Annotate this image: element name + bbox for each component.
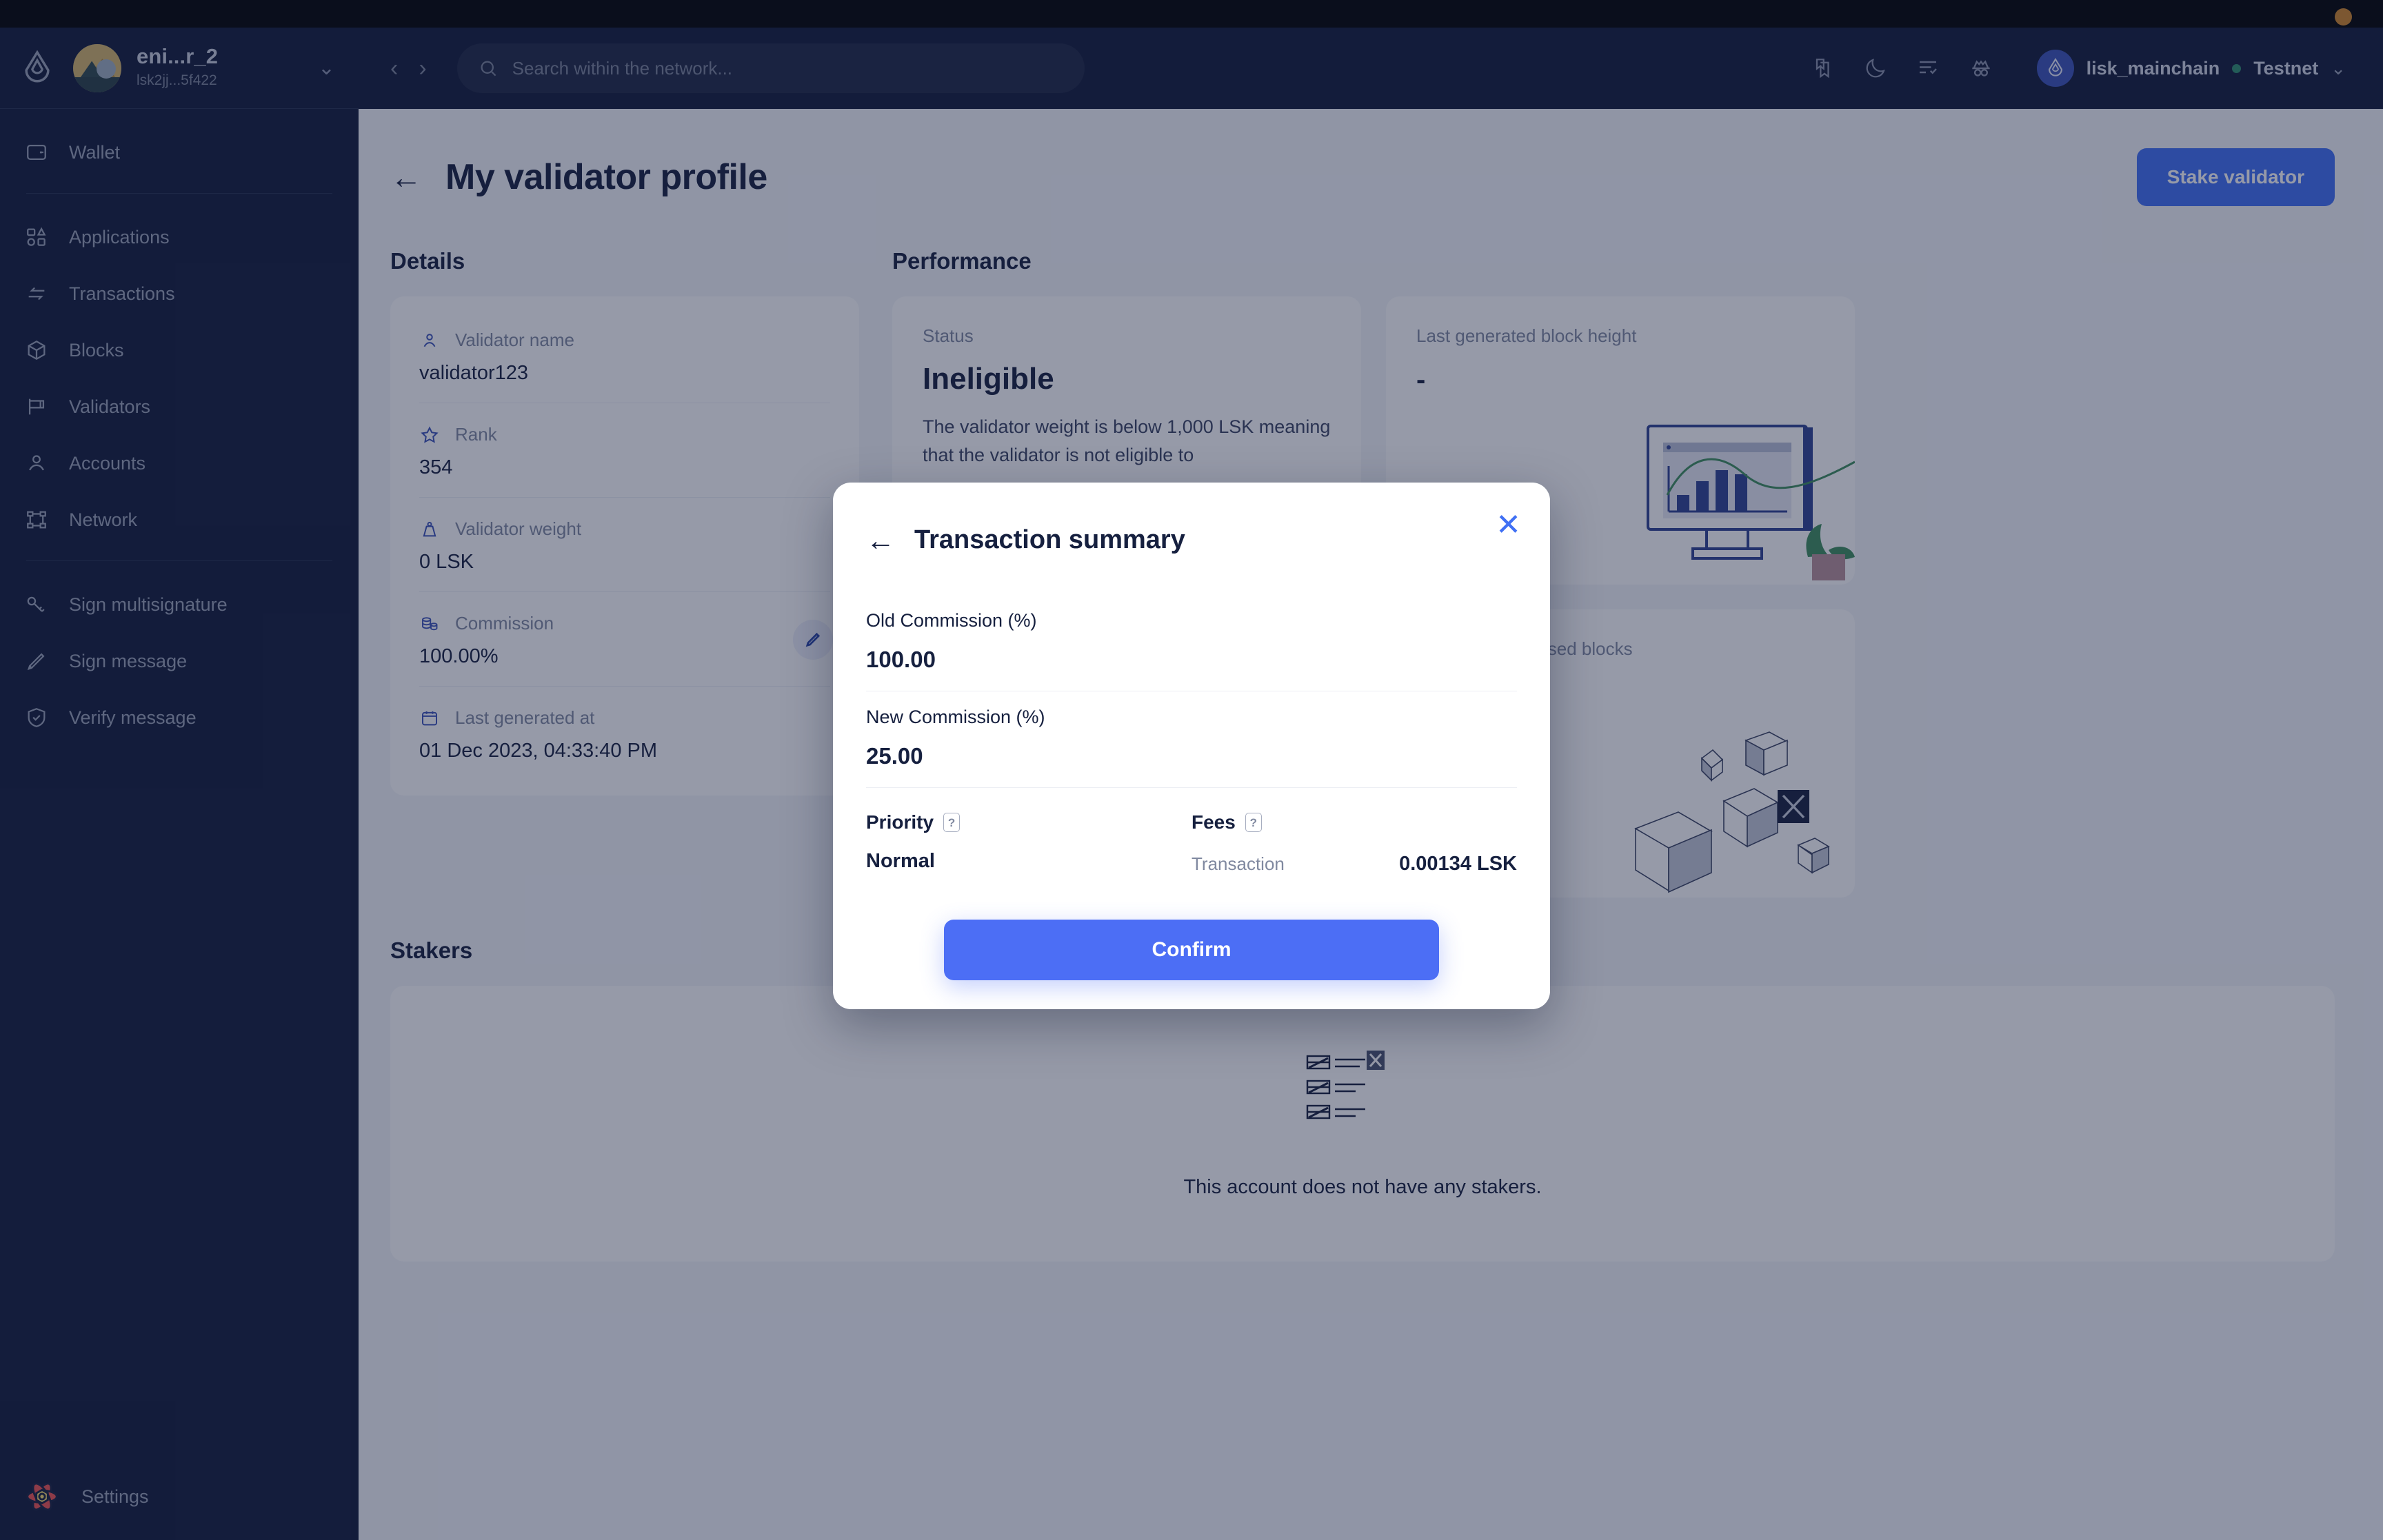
modal-title: Transaction summary <box>914 525 1185 554</box>
new-commission-value: 25.00 <box>866 743 923 769</box>
close-icon[interactable]: ✕ <box>1496 510 1521 540</box>
priority-label: Priority <box>866 811 934 833</box>
transaction-fee-value: 0.00134 LSK <box>1399 853 1517 875</box>
transaction-summary-modal: ✕ ← Transaction summary Old Commission (… <box>833 483 1550 1009</box>
transaction-fee-label: Transaction <box>1192 853 1285 874</box>
new-commission-field: New Commission (%) 25.00 <box>866 691 1517 788</box>
fees-block: Fees ? Transaction 0.00134 LSK <box>1192 811 1517 875</box>
old-commission-label: Old Commission (%) <box>866 610 1037 631</box>
priority-value: Normal <box>866 850 935 872</box>
app-window: eni...r_2 lsk2jj...5f422 ⌄ Wallet Applic… <box>0 0 2383 1540</box>
priority-fees-row: Priority ? Normal Fees ? Transaction 0.0… <box>866 788 1517 875</box>
modal-body: Old Commission (%) 100.00 New Commission… <box>833 555 1550 980</box>
fees-label: Fees <box>1192 811 1236 833</box>
modal-header: ← Transaction summary <box>833 483 1550 555</box>
modal-back-arrow-icon[interactable]: ← <box>866 525 895 555</box>
old-commission-value: 100.00 <box>866 647 936 672</box>
help-icon[interactable]: ? <box>943 813 961 832</box>
priority-block: Priority ? Normal <box>866 811 1192 875</box>
transaction-fee-row: Transaction 0.00134 LSK <box>1192 853 1517 875</box>
confirm-button[interactable]: Confirm <box>944 920 1439 980</box>
old-commission-field: Old Commission (%) 100.00 <box>866 595 1517 691</box>
new-commission-label: New Commission (%) <box>866 707 1045 727</box>
help-icon[interactable]: ? <box>1245 813 1262 832</box>
